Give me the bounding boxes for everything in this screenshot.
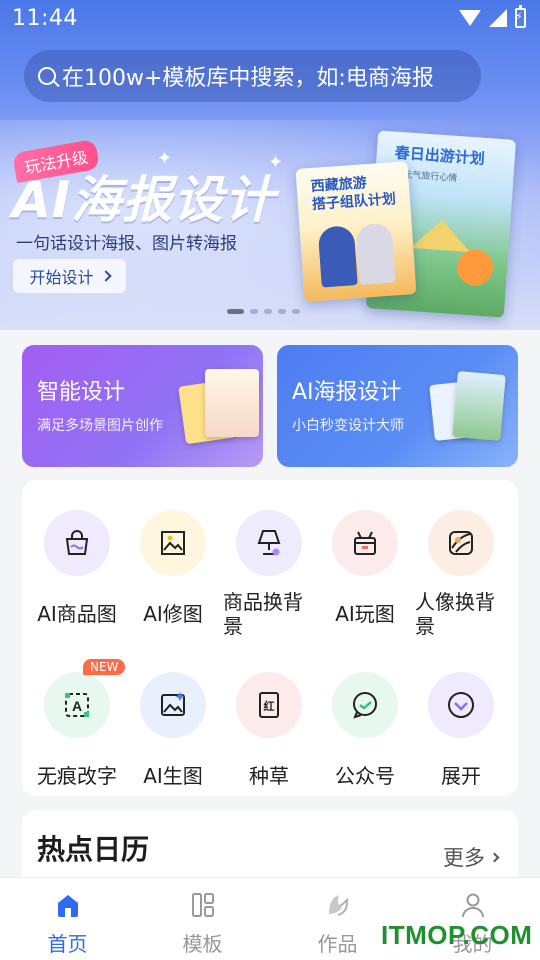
tool-label: AI生图 — [143, 764, 203, 788]
mascot-illustration — [455, 248, 495, 287]
lamp-icon — [236, 510, 302, 576]
banner-pager — [227, 309, 300, 314]
poster-right-title: 春日出游计划 — [394, 143, 486, 168]
card-subtitle: 小白秒变设计大师 — [292, 418, 404, 434]
pager-dot[interactable] — [250, 309, 258, 314]
poster-tibet-travel: 西藏旅游 搭子组队计划 — [295, 161, 417, 302]
signal-icon — [489, 9, 507, 27]
tool-portrait-background[interactable]: 人像换背景 — [413, 510, 509, 638]
person-illustration — [317, 225, 358, 288]
pager-dot[interactable] — [264, 309, 272, 314]
start-design-label: 开始设计 — [29, 268, 94, 287]
pager-dot[interactable] — [227, 309, 244, 314]
tool-label: 无痕改字 — [37, 764, 117, 788]
tab-label: 模板 — [182, 932, 223, 956]
card-title: AI海报设计 — [292, 380, 402, 405]
tool-official-account[interactable]: 公众号 — [317, 672, 413, 788]
new-badge: NEW — [83, 659, 126, 675]
svg-text:红: 红 — [264, 699, 275, 713]
svg-text:A: A — [72, 698, 82, 714]
gift-box-icon — [332, 510, 398, 576]
chevron-right-icon — [489, 852, 500, 862]
expand-icon — [428, 672, 494, 738]
tool-label: AI玩图 — [335, 602, 395, 626]
note-icon: 红 — [236, 672, 302, 738]
tool-label: AI商品图 — [37, 602, 117, 626]
tool-ai-fun-image[interactable]: AI玩图 — [317, 510, 413, 626]
tab-home[interactable]: 首页 — [0, 878, 135, 960]
home-icon — [57, 895, 78, 917]
watermark-text: ITMOP.COM — [381, 920, 533, 950]
wifi-icon — [459, 10, 481, 26]
chevron-right-icon — [99, 270, 112, 282]
status-time: 11:44 — [12, 6, 78, 31]
more-label: 更多 — [443, 846, 485, 870]
thumbnail-image — [452, 371, 506, 441]
more-link[interactable]: 更多 — [443, 842, 500, 872]
text-edit-icon: A — [44, 672, 110, 738]
tool-label: 种草 — [249, 764, 289, 788]
status-bar: 11:44 — [0, 0, 540, 38]
tab-label: 首页 — [47, 932, 88, 956]
tool-ai-retouch[interactable]: AI修图 — [125, 510, 221, 626]
tool-label: 展开 — [441, 764, 481, 788]
chat-bubble-icon — [332, 672, 398, 738]
tool-expand[interactable]: 展开 — [413, 672, 509, 788]
template-icon — [191, 893, 214, 917]
ai-image-icon — [140, 672, 206, 738]
section-title: 热点日历 — [37, 833, 150, 866]
tool-label: 人像换背景 — [415, 590, 495, 638]
banner-title: AI海报设计 — [12, 171, 276, 229]
ai-poster-card[interactable]: AI海报设计 小白秒变设计大师 — [277, 345, 518, 467]
tent-illustration — [410, 217, 473, 253]
pager-dot[interactable] — [292, 309, 300, 314]
tool-label: AI修图 — [143, 602, 203, 626]
card-subtitle: 满足多场景图片创作 — [37, 418, 163, 434]
sparkle-icon: ✦ — [268, 152, 284, 173]
card-title: 智能设计 — [37, 380, 126, 405]
banner-subtitle: 一句话设计海报、图片转海报 — [16, 234, 237, 254]
battery-icon — [515, 5, 526, 28]
person-illustration — [355, 222, 396, 285]
search-placeholder: 在100w+模板库中搜索，如:电商海报 — [62, 66, 434, 91]
tab-templates[interactable]: 模板 — [135, 878, 270, 960]
pager-dot[interactable] — [278, 309, 286, 314]
search-bar[interactable]: 在100w+模板库中搜索，如:电商海报 — [24, 50, 481, 102]
profile-icon — [461, 893, 484, 918]
tool-product-background[interactable]: 商品换背景 — [221, 510, 317, 638]
start-design-button[interactable]: 开始设计 — [13, 259, 126, 293]
works-icon — [328, 895, 348, 916]
sparkle-icon: ✦ — [157, 148, 173, 169]
shopping-bag-icon — [44, 510, 110, 576]
smart-design-card[interactable]: 智能设计 满足多场景图片创作 — [22, 345, 263, 467]
tools-grid: AI商品图 AI修图 商品换背景 AI玩图 人像换背景 NEW A 无痕改字 A… — [22, 480, 518, 796]
search-icon — [38, 67, 56, 85]
image-crop-icon — [140, 510, 206, 576]
tool-ai-generate-image[interactable]: AI生图 — [125, 672, 221, 788]
thumbnail-image — [205, 369, 259, 437]
tool-ai-product-image[interactable]: AI商品图 — [29, 510, 125, 626]
tool-seeding-note[interactable]: 红 种草 — [221, 672, 317, 788]
tool-seamless-text-edit[interactable]: NEW A 无痕改字 — [29, 659, 126, 788]
tool-label: 公众号 — [335, 764, 395, 788]
portrait-icon — [428, 510, 494, 576]
tool-label: 商品换背景 — [223, 590, 303, 638]
